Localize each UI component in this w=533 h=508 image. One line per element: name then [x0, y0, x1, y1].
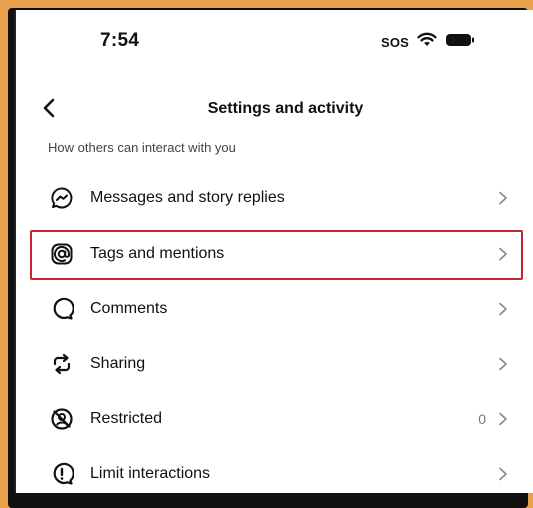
chevron-right-icon	[499, 467, 507, 481]
nav-header: Settings and activity	[16, 86, 533, 130]
at-sign-icon	[48, 240, 76, 268]
chevron-right-icon	[499, 191, 507, 205]
chevron-right-icon	[499, 302, 507, 316]
menu-item-limit-interactions[interactable]: Limit interactions	[30, 448, 524, 500]
chevron-right-icon	[499, 412, 507, 426]
menu-item-count: 0	[478, 411, 486, 427]
menu-item-label: Restricted	[90, 410, 163, 427]
sos-indicator: SOS	[381, 34, 410, 50]
messenger-icon	[48, 184, 76, 212]
menu-item-label: Sharing	[90, 355, 146, 372]
menu-item-messages-and-story-replies[interactable]: Messages and story replies	[30, 172, 524, 224]
menu-item-label: Limit interactions	[90, 465, 211, 482]
page-title: Settings and activity	[207, 100, 364, 117]
chevron-right-icon	[499, 357, 507, 371]
chevron-right-icon	[499, 247, 507, 261]
menu-item-label: Tags and mentions	[90, 245, 225, 262]
status-bar: 7:54 SOS	[16, 10, 533, 72]
status-time: 7:54	[100, 30, 140, 51]
menu-item-sharing[interactable]: Sharing	[30, 338, 524, 390]
section-heading: How others can interact with you	[48, 140, 236, 155]
wifi-icon	[417, 32, 437, 52]
status-icons: SOS	[381, 32, 475, 52]
limit-interactions-icon	[48, 460, 76, 488]
menu-item-tags-and-mentions[interactable]: Tags and mentions	[30, 228, 524, 280]
battery-icon	[445, 33, 475, 52]
menu-item-label: Comments	[90, 300, 168, 317]
comment-icon	[48, 295, 76, 323]
menu-item-label: Messages and story replies	[90, 189, 285, 206]
restricted-icon	[48, 405, 76, 433]
menu-item-comments[interactable]: Comments	[30, 283, 524, 335]
share-repost-icon	[48, 350, 76, 378]
phone-screen: 7:54 SOS Settings and activity How other…	[14, 10, 533, 493]
menu-item-restricted[interactable]: Restricted 0	[30, 393, 524, 445]
